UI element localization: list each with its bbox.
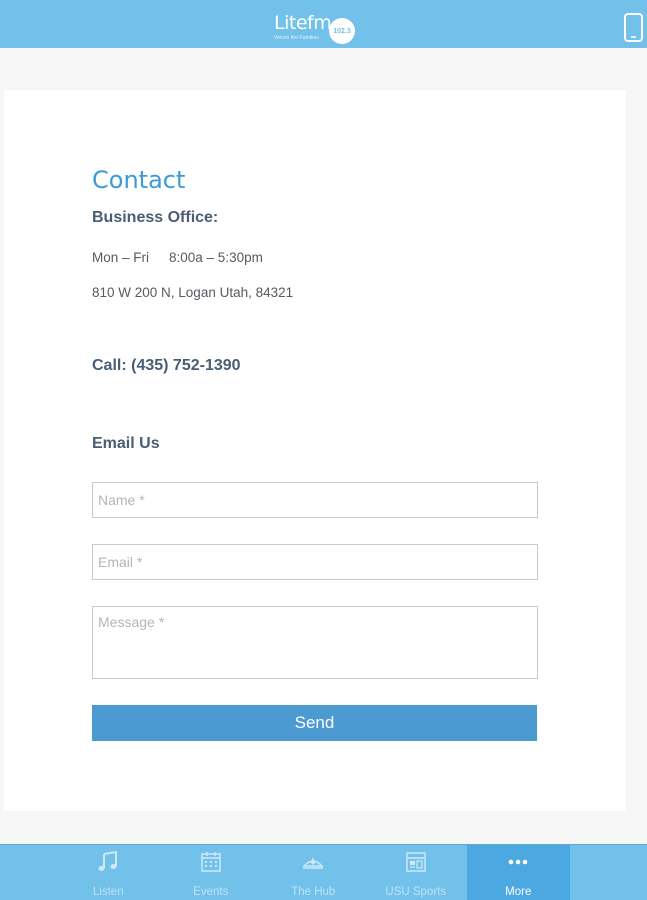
name-input[interactable] xyxy=(92,482,538,518)
send-button[interactable]: Send xyxy=(92,705,537,741)
tab-listen[interactable]: Listen xyxy=(57,845,160,900)
tab-events[interactable]: Events xyxy=(160,845,263,900)
tab-the-hub[interactable]: The Hub xyxy=(262,845,365,900)
tab-more[interactable]: More xyxy=(467,845,570,900)
logo-tagline: Voices the Families xyxy=(274,35,319,41)
music-note-icon xyxy=(98,850,118,871)
hub-icon xyxy=(302,858,324,869)
email-input[interactable] xyxy=(92,544,538,580)
station-logo[interactable]: Litefm Voices the Families 102.3 xyxy=(274,12,355,46)
top-bar: Litefm Voices the Families 102.3 xyxy=(0,0,647,48)
call-phone-link[interactable]: Call: (435) 752-1390 xyxy=(92,357,241,375)
logo-frequency-badge: 102.3 xyxy=(329,18,355,44)
more-dots-icon xyxy=(508,859,528,865)
hours-time: 8:00a – 5:30pm xyxy=(169,250,263,265)
tab-bar: Listen Events The Hub USU Sports More xyxy=(0,844,647,900)
tab-label: The Hub xyxy=(291,886,336,898)
sports-grid-icon xyxy=(406,852,426,872)
tab-label: USU Sports xyxy=(385,886,447,898)
email-us-heading: Email Us xyxy=(92,435,160,452)
tab-usu-sports[interactable]: USU Sports xyxy=(365,845,468,900)
phone-device-icon[interactable] xyxy=(624,13,643,42)
calendar-icon xyxy=(201,852,221,872)
page-title: Contact xyxy=(92,166,186,194)
office-address: 810 W 200 N, Logan Utah, 84321 xyxy=(92,285,294,300)
tab-label: Events xyxy=(193,886,229,898)
hours-days: Mon – Fri xyxy=(92,250,150,265)
logo-wordmark: Litefm xyxy=(274,12,332,34)
message-textarea[interactable] xyxy=(92,606,538,679)
office-hours: Mon – Fri 8:00a – 5:30pm xyxy=(92,250,263,265)
tab-label: More xyxy=(505,886,532,898)
tab-label: Listen xyxy=(92,886,124,898)
business-office-heading: Business Office: xyxy=(92,209,219,226)
